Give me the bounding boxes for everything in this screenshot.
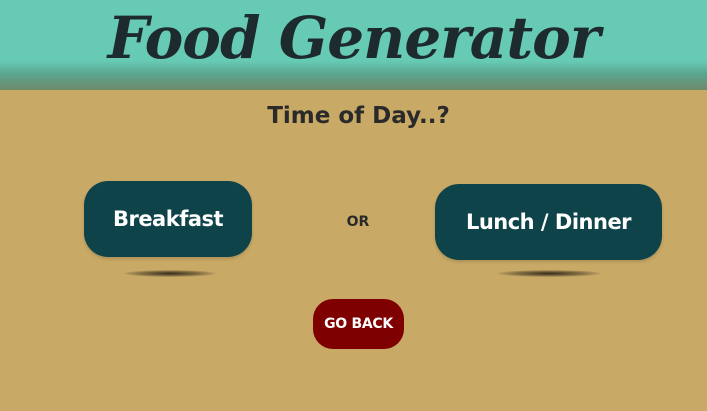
header-bar: Food Generator [0, 0, 707, 90]
app-title: Food Generator [107, 4, 601, 72]
lunch-dinner-button[interactable]: Lunch / Dinner [435, 184, 662, 260]
time-of-day-question: Time of Day..? [267, 103, 450, 129]
go-back-button[interactable]: GO BACK [313, 299, 404, 349]
breakfast-button-shadow [124, 270, 216, 277]
or-label: OR [346, 214, 370, 230]
lunch-dinner-button-shadow [497, 270, 601, 277]
breakfast-button[interactable]: Breakfast [84, 181, 252, 257]
